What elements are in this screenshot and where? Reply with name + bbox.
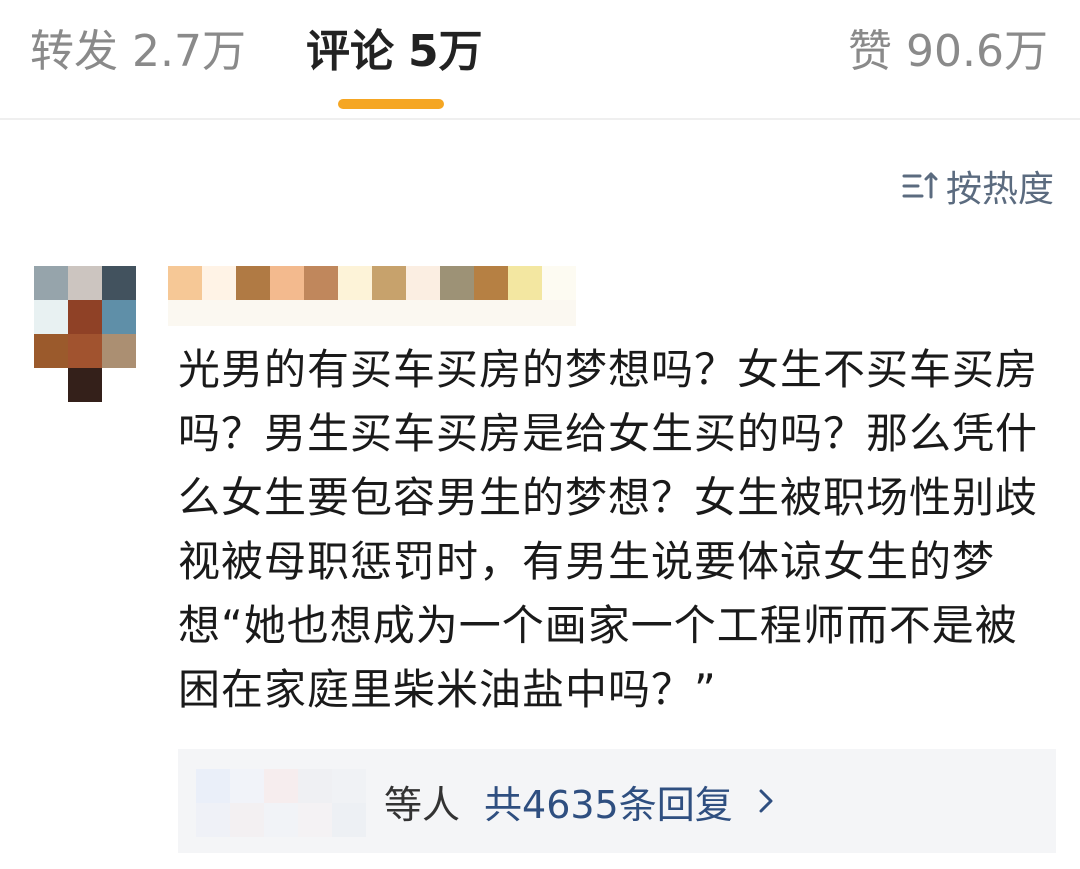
tab-comments[interactable]: 评论 5万 xyxy=(306,22,483,82)
comment-text: 光男的有买车买房的梦想吗？女生不买车买房吗？男生买车买房是给女生买的吗？那么凭什… xyxy=(178,345,1039,714)
comments-page: 转发 2.7万 评论 5万 赞 90.6万 按热度 光男的有买车买房的梦想吗？女… xyxy=(0,0,1080,869)
tab-likes[interactable]: 赞 90.6万 xyxy=(848,22,1048,82)
tab-likes-count: 90.6万 xyxy=(906,26,1048,77)
tab-comments-count: 5万 xyxy=(408,26,483,77)
tab-likes-label: 赞 xyxy=(848,26,893,77)
replies-count: 共4635条回复 xyxy=(484,782,733,827)
sort-icon xyxy=(902,172,938,199)
replies-summary: 等人 共4635条回复 xyxy=(384,775,781,827)
tab-comments-label: 评论 xyxy=(306,26,394,77)
username[interactable] xyxy=(168,266,588,330)
avatar[interactable] xyxy=(34,266,136,402)
sort-by-hot-button[interactable]: 按热度 xyxy=(900,160,1054,212)
tab-repost[interactable]: 转发 2.7万 xyxy=(30,22,246,82)
replies-suffix: 等人 xyxy=(384,782,461,827)
view-replies-button[interactable]: 等人 共4635条回复 xyxy=(178,749,1056,853)
tab-repost-count: 2.7万 xyxy=(132,26,246,77)
sort-label: 按热度 xyxy=(945,169,1054,210)
tab-bar: 转发 2.7万 评论 5万 赞 90.6万 xyxy=(0,0,1080,120)
active-tab-indicator xyxy=(338,99,444,109)
chevron-right-icon xyxy=(759,789,773,813)
tab-repost-label: 转发 xyxy=(30,26,118,77)
